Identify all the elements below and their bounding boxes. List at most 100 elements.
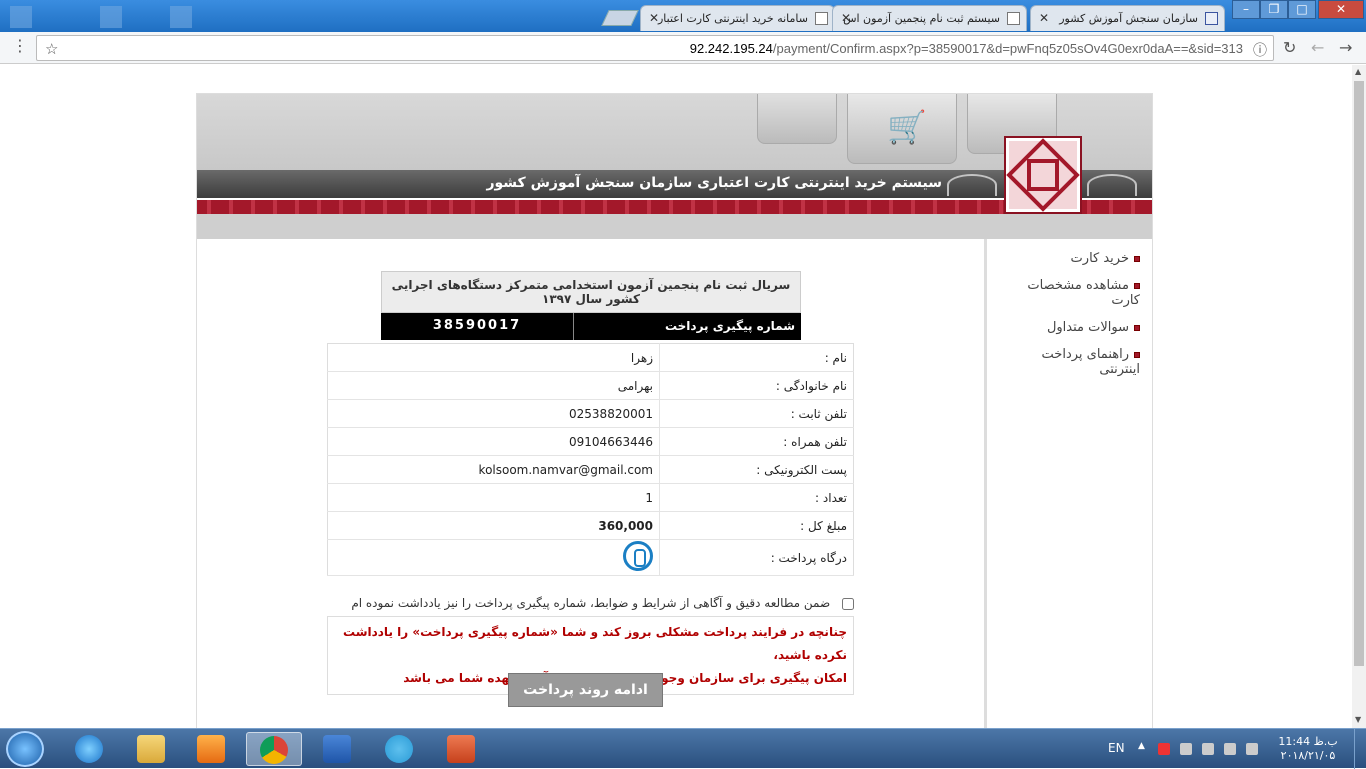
- field-value: kolsoom.namvar@gmail.com: [327, 455, 660, 484]
- table-row: نام : زهرا: [327, 343, 854, 372]
- table-row: تلفن ثابت :02538820001: [327, 399, 854, 428]
- sidebar-item-faq[interactable]: سوالات متداول: [999, 320, 1140, 335]
- info-icon[interactable]: ⓘ: [1253, 40, 1267, 60]
- sidebar-item-label: راهنمای پرداخت اینترنتی: [1041, 347, 1140, 377]
- taskbar: EN ▲ 11:44 ب.ظ ۲۰۱۸/۲۱/۰۵: [0, 728, 1366, 769]
- close-tab-icon[interactable]: ✕: [649, 11, 659, 25]
- field-value: 09104663446: [327, 427, 660, 456]
- field-label: درگاه پرداخت :: [659, 539, 854, 576]
- explorer-taskbar-button[interactable]: [124, 732, 180, 766]
- word-taskbar-button[interactable]: [310, 732, 366, 766]
- new-tab-button[interactable]: [601, 10, 639, 26]
- system-tray: EN ▲ 11:44 ب.ظ ۲۰۱۸/۲۱/۰۵: [1086, 729, 1366, 769]
- desktop-icon-ghost: [170, 6, 192, 28]
- back-icon[interactable]: →: [1339, 38, 1352, 57]
- sidebar-item-label: خرید کارت: [1070, 251, 1129, 266]
- tab-title: سیستم ثبت نام پنجمین آزمون اس: [843, 12, 1000, 25]
- language-indicator[interactable]: EN: [1108, 741, 1125, 755]
- bookmark-star-icon[interactable]: ☆: [45, 40, 58, 58]
- start-button[interactable]: [6, 731, 44, 767]
- tracking-number: 38590017: [432, 318, 522, 333]
- telegram-taskbar-button[interactable]: [372, 732, 428, 766]
- agree-label: ضمن مطالعه دقیق و آگاهی از شرایط و ضوابط…: [351, 596, 831, 610]
- scroll-up-icon[interactable]: ▲: [1355, 67, 1361, 76]
- sanjesh-logo: [1004, 136, 1082, 214]
- restore-icon[interactable]: □: [1288, 0, 1316, 19]
- shopping-cart-icon: 🛒: [887, 108, 927, 146]
- bullet-icon: [1134, 282, 1140, 289]
- volume-icon[interactable]: [1246, 743, 1258, 755]
- field-label: نام خانوادگی :: [659, 371, 854, 400]
- close-tab-icon[interactable]: ✕: [1039, 11, 1049, 25]
- close-window-icon[interactable]: ✕: [1318, 0, 1364, 19]
- continue-payment-button[interactable]: ادامه روند پرداخت: [508, 673, 663, 707]
- reload-icon[interactable]: ↻: [1283, 38, 1296, 57]
- telegram-icon: [385, 735, 413, 763]
- restore-icon[interactable]: ❐: [1260, 0, 1288, 19]
- field-value: 02538820001: [327, 399, 660, 428]
- field-value: 1: [327, 483, 660, 512]
- clock-time: 11:44 ب.ظ: [1278, 735, 1338, 748]
- ie-taskbar-button[interactable]: [62, 732, 118, 766]
- clock[interactable]: 11:44 ب.ظ ۲۰۱۸/۲۱/۰۵: [1268, 735, 1348, 763]
- sidebar-item-label: سوالات متداول: [1046, 320, 1129, 335]
- browser-titlebar: ✕ سامانه خرید اینترنتی کارت اعتبار ✕ سیس…: [0, 0, 1366, 32]
- sidebar-item-payment-guide[interactable]: راهنمای پرداخت اینترنتی: [999, 347, 1140, 377]
- site-banner: 🛒 سیستم خرید اینترنتی کارت اعتباری سازما…: [197, 94, 1152, 214]
- field-value: زهرا: [327, 343, 660, 372]
- menu-icon[interactable]: ⋮: [12, 36, 28, 55]
- address-bar[interactable]: ☆ 92.242.195.24/payment/Confirm.aspx?p=3…: [36, 35, 1274, 61]
- page-icon: [1007, 12, 1020, 25]
- tab-payment[interactable]: ✕ سامانه خرید اینترنتی کارت اعتبار: [640, 5, 835, 31]
- chrome-taskbar-button[interactable]: [246, 732, 302, 766]
- word-icon: [323, 735, 351, 763]
- sidebar-item-label: مشاهده مشخصات کارت: [1027, 278, 1140, 308]
- table-row: تعداد :1: [327, 483, 854, 512]
- table-row: تلفن همراه :09104663446: [327, 427, 854, 456]
- tracking-label: شماره پیگیری پرداخت: [573, 313, 801, 340]
- bank-gateway-icon[interactable]: [623, 541, 653, 571]
- powerpoint-icon: [447, 735, 475, 763]
- url-path: /payment/Confirm.aspx?p=38590017&d=pwFnq…: [772, 41, 1243, 56]
- field-label: تلفن ثابت :: [659, 399, 854, 428]
- show-hidden-icons-icon[interactable]: ▲: [1138, 741, 1150, 753]
- main-content: سریال ثبت نام پنجمین آزمون استخدامی متمر…: [197, 239, 982, 728]
- close-tab-icon[interactable]: ✕: [841, 11, 851, 25]
- desktop-icon-ghost: [100, 6, 122, 28]
- clock-date: ۲۰۱۸/۲۱/۰۵: [1280, 749, 1336, 762]
- agree-checkbox[interactable]: [842, 597, 854, 610]
- site-container: 🛒 سیستم خرید اینترنتی کارت اعتباری سازما…: [196, 93, 1153, 728]
- serial-box: سریال ثبت نام پنجمین آزمون استخدامی متمر…: [381, 271, 801, 340]
- tab-sanjesh[interactable]: ✕ سازمان سنجش آموزش کشور: [1030, 5, 1225, 31]
- url-host: 92.242.195.24: [689, 41, 773, 56]
- ornament-icon: [1087, 174, 1137, 196]
- keyboard-key-image: [757, 94, 837, 144]
- total-amount: 360,000: [327, 511, 660, 540]
- sidebar-item-buy-card[interactable]: خرید کارت: [999, 251, 1140, 266]
- media-player-taskbar-button[interactable]: [184, 732, 240, 766]
- serial-title: سریال ثبت نام پنجمین آزمون استخدامی متمر…: [381, 271, 801, 313]
- scroll-down-icon[interactable]: ▼: [1355, 715, 1361, 724]
- signal-icon[interactable]: [1224, 743, 1236, 755]
- bullet-icon: [1134, 351, 1140, 358]
- powerpoint-taskbar-button[interactable]: [434, 732, 490, 766]
- folder-icon: [137, 735, 165, 763]
- network-error-icon[interactable]: [1180, 743, 1192, 755]
- minimize-icon[interactable]: –: [1232, 0, 1260, 19]
- page-viewport: 🛒 سیستم خرید اینترنتی کارت اعتباری سازما…: [0, 65, 1352, 728]
- forward-icon[interactable]: ←: [1311, 38, 1324, 57]
- sidebar-item-view-card[interactable]: مشاهده مشخصات کارت: [999, 278, 1140, 308]
- tab-registration[interactable]: ✕ سیستم ثبت نام پنجمین آزمون اس: [832, 5, 1027, 31]
- desktop-icon-ghost: [10, 6, 32, 28]
- show-desktop-button[interactable]: [1354, 729, 1366, 769]
- page-icon: [815, 12, 828, 25]
- table-row: پست الکترونیکی : kolsoom.namvar@gmail.com: [327, 455, 854, 484]
- sync-icon[interactable]: [1202, 743, 1214, 755]
- antivirus-icon[interactable]: [1158, 743, 1170, 755]
- table-row: نام خانوادگی : بهرامی: [327, 371, 854, 400]
- scrollbar-thumb[interactable]: [1354, 81, 1364, 666]
- browser-toolbar: ⋮ ☆ 92.242.195.24/payment/Confirm.aspx?p…: [0, 32, 1366, 64]
- scrollbar[interactable]: ▲ ▼: [1352, 65, 1366, 728]
- media-player-icon: [197, 735, 225, 763]
- tab-title: سازمان سنجش آموزش کشور: [1059, 12, 1198, 25]
